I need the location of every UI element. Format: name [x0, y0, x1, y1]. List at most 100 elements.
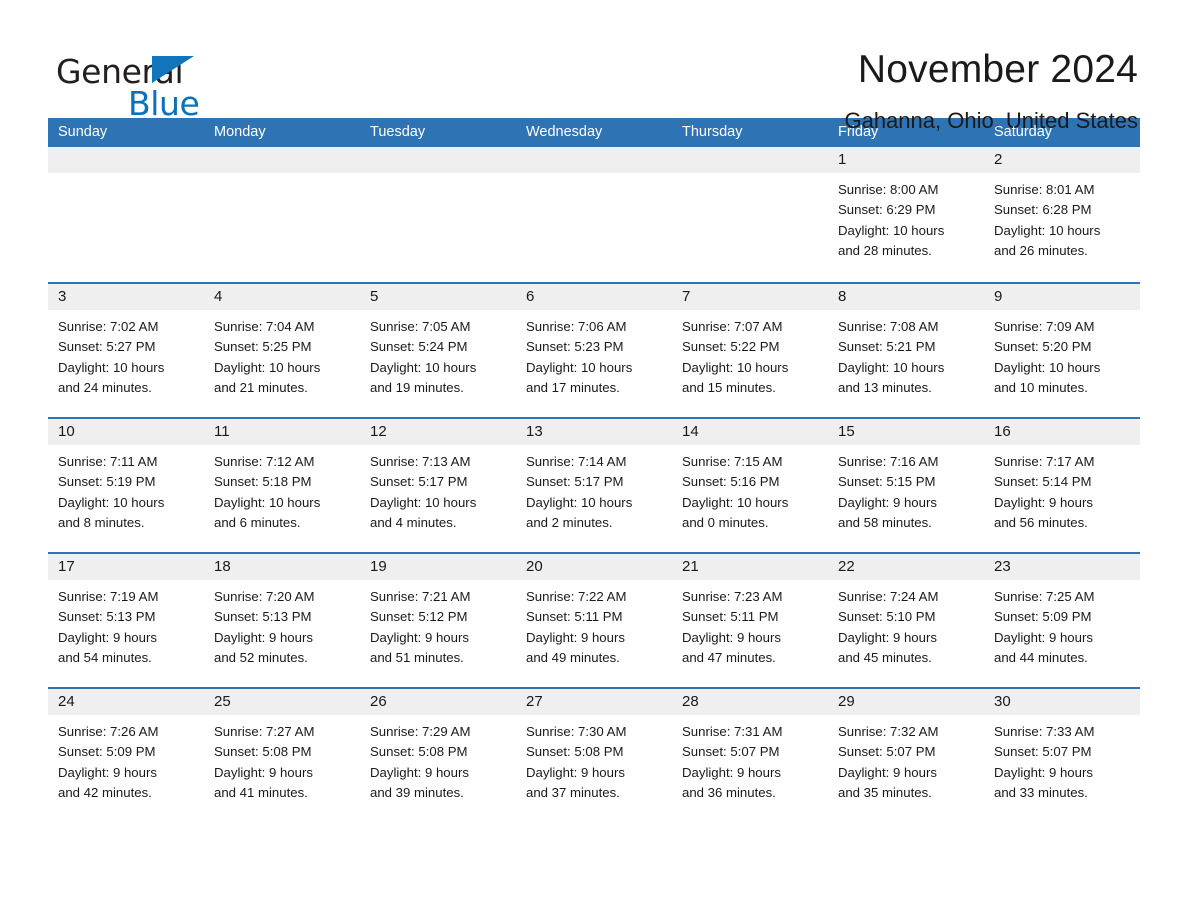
sunrise-time: Sunrise: 7:09 AM: [994, 319, 1095, 334]
daylight-duration-line1: Daylight: 9 hours: [370, 764, 469, 780]
sunset-time: Sunset: 5:27 PM: [58, 339, 156, 355]
sunset-time: Sunset: 5:07 PM: [838, 744, 936, 760]
daylight-duration-line1: Daylight: 9 hours: [838, 629, 937, 645]
calendar-day-cell[interactable]: 20 Sunrise: 7:22 AM Sunset: 5:11 PM Dayligh…: [516, 554, 672, 687]
daylight-duration-line1: Daylight: 9 hours: [58, 629, 157, 645]
calendar-day-cell[interactable]: 15 Sunrise: 7:16 AM Sunset: 5:15 PM Dayligh…: [828, 419, 984, 552]
calendar-day-cell[interactable]: 11 Sunrise: 7:12 AM Sunset: 5:18 PM Dayligh…: [204, 419, 360, 552]
daylight-duration-line2: and 47 minutes.: [682, 649, 776, 665]
daylight-duration-line1: Daylight: 9 hours: [526, 764, 625, 780]
calendar-day-cell[interactable]: 2 Sunrise: 8:01 AM Sunset: 6:28 PM Daylight…: [984, 147, 1140, 282]
day-details: Sunrise: 7:15 AM Sunset: 5:16 PM Daylight:…: [672, 445, 828, 533]
calendar-day-cell[interactable]: 5 Sunrise: 7:05 AM Sunset: 5:24 PM Daylight…: [360, 284, 516, 417]
logo-text-blue: Blue: [128, 84, 200, 123]
calendar-day-cell[interactable]: 1 Sunrise: 8:00 AM Sunset: 6:29 PM Daylight…: [828, 147, 984, 282]
day-details: Sunrise: 7:25 AM Sunset: 5:09 PM Daylight:…: [984, 580, 1140, 668]
sunset-time: Sunset: 5:09 PM: [58, 744, 156, 760]
calendar-day-cell[interactable]: 24 Sunrise: 7:26 AM Sunset: 5:09 PM Dayligh…: [48, 689, 204, 822]
day-details: Sunrise: 7:05 AM Sunset: 5:24 PM Daylight:…: [360, 310, 516, 398]
calendar-day-cell[interactable]: 30 Sunrise: 7:33 AM Sunset: 5:07 PM Dayligh…: [984, 689, 1140, 822]
sunrise-time: Sunrise: 7:23 AM: [682, 589, 783, 604]
calendar-day-cell[interactable]: 9 Sunrise: 7:09 AM Sunset: 5:20 PM Daylight…: [984, 284, 1140, 417]
calendar-day-cell[interactable]: 21 Sunrise: 7:23 AM Sunset: 5:11 PM Dayligh…: [672, 554, 828, 687]
day-number: 28: [672, 689, 828, 715]
calendar-day-cell[interactable]: 26 Sunrise: 7:29 AM Sunset: 5:08 PM Dayligh…: [360, 689, 516, 822]
day-details: Sunrise: 7:27 AM Sunset: 5:08 PM Daylight:…: [204, 715, 360, 803]
sunrise-time: Sunrise: 7:19 AM: [58, 589, 159, 604]
calendar-day-cell[interactable]: 16 Sunrise: 7:17 AM Sunset: 5:14 PM Dayligh…: [984, 419, 1140, 552]
calendar-day-cell[interactable]: 23 Sunrise: 7:25 AM Sunset: 5:09 PM Dayligh…: [984, 554, 1140, 687]
sunrise-time: Sunrise: 7:13 AM: [370, 454, 471, 469]
sunset-time: Sunset: 5:13 PM: [214, 609, 312, 625]
calendar-day-cell[interactable]: 12 Sunrise: 7:13 AM Sunset: 5:17 PM Dayligh…: [360, 419, 516, 552]
sunset-time: Sunset: 5:17 PM: [526, 474, 624, 490]
sunrise-time: Sunrise: 7:07 AM: [682, 319, 783, 334]
daylight-duration-line1: Daylight: 10 hours: [994, 222, 1101, 238]
daylight-duration-line2: and 28 minutes.: [838, 242, 932, 258]
day-details: Sunrise: 7:17 AM Sunset: 5:14 PM Daylight:…: [984, 445, 1140, 533]
day-number: 11: [204, 419, 360, 445]
calendar-day-cell[interactable]: 10 Sunrise: 7:11 AM Sunset: 5:19 PM Dayligh…: [48, 419, 204, 552]
calendar-week-row: 1 Sunrise: 8:00 AM Sunset: 6:29 PM Daylight…: [48, 147, 1140, 282]
calendar-day-cell[interactable]: 3 Sunrise: 7:02 AM Sunset: 5:27 PM Daylight…: [48, 284, 204, 417]
weekday-header-friday: Friday: [838, 124, 879, 140]
day-number: [360, 147, 516, 173]
daylight-duration-line2: and 2 minutes.: [526, 514, 613, 530]
sunrise-time: Sunrise: 7:12 AM: [214, 454, 315, 469]
calendar-day-cell[interactable]: 13 Sunrise: 7:14 AM Sunset: 5:17 PM Dayligh…: [516, 419, 672, 552]
calendar-day-cell-empty: [516, 147, 672, 282]
sunrise-time: Sunrise: 8:01 AM: [994, 182, 1095, 197]
calendar-day-cell[interactable]: 19 Sunrise: 7:21 AM Sunset: 5:12 PM Dayligh…: [360, 554, 516, 687]
day-details: Sunrise: 7:29 AM Sunset: 5:08 PM Daylight:…: [360, 715, 516, 803]
daylight-duration-line1: Daylight: 10 hours: [682, 494, 789, 510]
calendar-week-row: 3 Sunrise: 7:02 AM Sunset: 5:27 PM Daylight…: [48, 282, 1140, 417]
day-details: Sunrise: 7:08 AM Sunset: 5:21 PM Daylight:…: [828, 310, 984, 398]
daylight-duration-line2: and 33 minutes.: [994, 784, 1088, 800]
calendar-day-cell[interactable]: 8 Sunrise: 7:08 AM Sunset: 5:21 PM Daylight…: [828, 284, 984, 417]
sunrise-time: Sunrise: 7:30 AM: [526, 724, 627, 739]
calendar-day-cell[interactable]: 7 Sunrise: 7:07 AM Sunset: 5:22 PM Daylight…: [672, 284, 828, 417]
sunset-time: Sunset: 5:23 PM: [526, 339, 624, 355]
day-details: Sunrise: 7:26 AM Sunset: 5:09 PM Daylight:…: [48, 715, 204, 803]
weekday-header-wednesday: Wednesday: [526, 124, 603, 140]
sunrise-time: Sunrise: 7:26 AM: [58, 724, 159, 739]
sunrise-time: Sunrise: 7:06 AM: [526, 319, 627, 334]
daylight-duration-line2: and 8 minutes.: [58, 514, 145, 530]
day-number: 19: [360, 554, 516, 580]
general-blue-logo[interactable]: General Blue: [56, 46, 206, 123]
daylight-duration-line2: and 6 minutes.: [214, 514, 301, 530]
day-number: 2: [984, 147, 1140, 173]
day-number: 6: [516, 284, 672, 310]
daylight-duration-line1: Daylight: 9 hours: [994, 629, 1093, 645]
daylight-duration-line1: Daylight: 10 hours: [526, 494, 633, 510]
daylight-duration-line2: and 49 minutes.: [526, 649, 620, 665]
calendar-day-cell[interactable]: 22 Sunrise: 7:24 AM Sunset: 5:10 PM Dayligh…: [828, 554, 984, 687]
calendar-day-cell[interactable]: 27 Sunrise: 7:30 AM Sunset: 5:08 PM Dayligh…: [516, 689, 672, 822]
day-number: 5: [360, 284, 516, 310]
day-number: [204, 147, 360, 173]
day-number: 26: [360, 689, 516, 715]
calendar-day-cell[interactable]: 4 Sunrise: 7:04 AM Sunset: 5:25 PM Daylight…: [204, 284, 360, 417]
calendar-day-cell[interactable]: 28 Sunrise: 7:31 AM Sunset: 5:07 PM Dayligh…: [672, 689, 828, 822]
day-number: 9: [984, 284, 1140, 310]
sunrise-time: Sunrise: 7:17 AM: [994, 454, 1095, 469]
day-details: Sunrise: 7:22 AM Sunset: 5:11 PM Daylight:…: [516, 580, 672, 668]
page-header: General Blue November 2024 Gahanna, Ohio…: [0, 0, 1188, 133]
calendar-day-cell[interactable]: 14 Sunrise: 7:15 AM Sunset: 5:16 PM Dayligh…: [672, 419, 828, 552]
calendar-day-cell[interactable]: 6 Sunrise: 7:06 AM Sunset: 5:23 PM Daylight…: [516, 284, 672, 417]
daylight-duration-line1: Daylight: 9 hours: [682, 629, 781, 645]
day-number: 3: [48, 284, 204, 310]
calendar-day-cell[interactable]: 17 Sunrise: 7:19 AM Sunset: 5:13 PM Dayligh…: [48, 554, 204, 687]
day-number: 18: [204, 554, 360, 580]
day-details: Sunrise: 7:32 AM Sunset: 5:07 PM Daylight:…: [828, 715, 984, 803]
calendar-day-cell[interactable]: 29 Sunrise: 7:32 AM Sunset: 5:07 PM Dayligh…: [828, 689, 984, 822]
daylight-duration-line2: and 15 minutes.: [682, 379, 776, 395]
sunrise-time: Sunrise: 7:27 AM: [214, 724, 315, 739]
calendar-day-cell[interactable]: 18 Sunrise: 7:20 AM Sunset: 5:13 PM Dayligh…: [204, 554, 360, 687]
daylight-duration-line2: and 36 minutes.: [682, 784, 776, 800]
sunrise-time: Sunrise: 7:05 AM: [370, 319, 471, 334]
daylight-duration-line2: and 56 minutes.: [994, 514, 1088, 530]
calendar-day-cell[interactable]: 25 Sunrise: 7:27 AM Sunset: 5:08 PM Dayligh…: [204, 689, 360, 822]
sunset-time: Sunset: 5:11 PM: [526, 609, 623, 625]
sunset-time: Sunset: 5:16 PM: [682, 474, 780, 490]
